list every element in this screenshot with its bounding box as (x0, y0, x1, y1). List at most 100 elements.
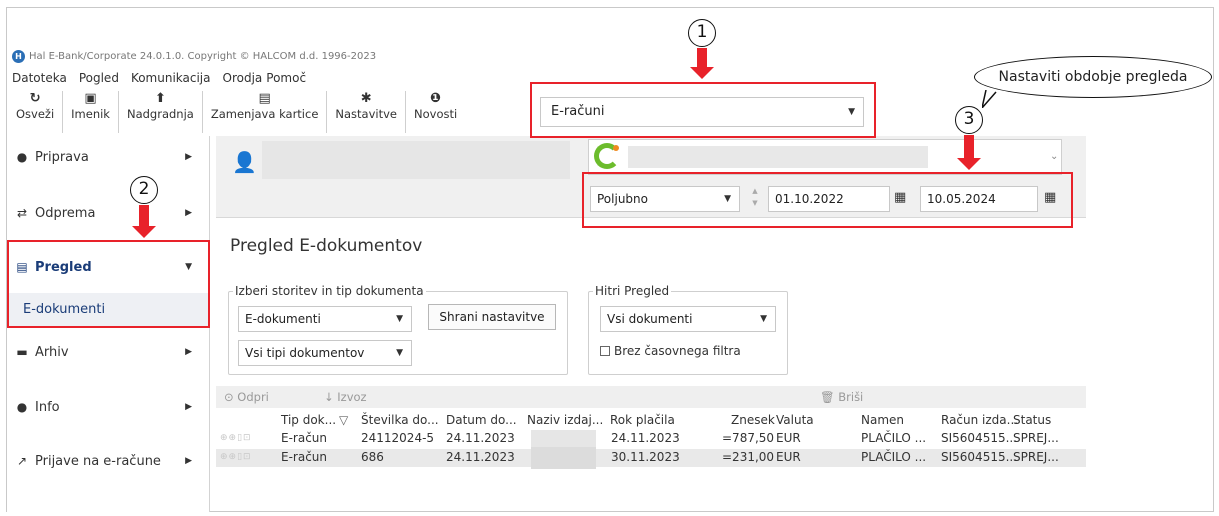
menu-pomoc[interactable]: Pomoč (266, 71, 306, 87)
cell-tip: E-račun (281, 450, 328, 464)
user-name-redacted (262, 141, 570, 179)
col-header-naziv[interactable]: Naziv izdaj... (527, 413, 603, 427)
col-header-racun[interactable]: Račun izda... (941, 413, 1018, 427)
menu-bar: Datoteka Pogled Komunikacija Orodja Pomo… (12, 71, 306, 87)
marker-2: 2 (130, 176, 158, 204)
card-replacement-label: Zamenjava kartice (210, 107, 319, 121)
quick-filter-select[interactable]: Vsi dokumenti ▼ (600, 306, 776, 332)
address-book-label: Imenik (71, 107, 110, 121)
col-header-znesek[interactable]: Znesek (731, 413, 775, 427)
service-type-value: E-dokumenti (245, 312, 321, 326)
news-label: Novosti (414, 107, 458, 121)
toolbar: ↻ Osveži ▣ Imenik ⬆ Nadgradnja ▤ Zamenja… (8, 91, 465, 133)
company-logo-dot (613, 145, 619, 151)
address-book-button[interactable]: ▣ Imenik (63, 91, 119, 133)
sidebar-item-odprema[interactable]: ⇄ Odprema ▶ (7, 202, 210, 224)
swap-icon: ⇄ (16, 206, 28, 220)
sidebar-item-info[interactable]: ● Info ▶ (7, 396, 210, 418)
chevron-down-icon: ▼ (396, 348, 403, 358)
title-bar: H Hal E-Bank/Corporate 24.0.1.0. Copyrig… (12, 47, 376, 65)
open-button[interactable]: ⊙ Odpri (224, 390, 269, 404)
upgrade-label: Nadgradnja (126, 107, 194, 121)
cell-status: SPREJ... (1013, 431, 1059, 445)
col-header-stevilka[interactable]: Številka do... (361, 413, 439, 427)
chevron-right-icon: ▶ (185, 152, 192, 162)
news-button[interactable]: ❶ Novosti (406, 91, 465, 133)
cell-valuta: EUR (776, 450, 801, 464)
chevron-right-icon: ▶ (185, 456, 192, 466)
callout-tail (982, 90, 997, 108)
marker-3: 3 (955, 106, 983, 134)
cell-znesek: =787,50 (722, 431, 775, 445)
gear-icon: ✱ (360, 91, 372, 106)
table-row[interactable]: ⊕⊕▯⊡ E-račun 686 24.11.2023 30.11.2023 =… (216, 447, 1086, 469)
chevron-down-icon: ▼ (760, 314, 767, 324)
sidebar-item-arhiv[interactable]: ▬ Arhiv ▶ (7, 341, 210, 363)
service-group-legend: Izberi storitev in tip dokumenta (233, 284, 426, 298)
delete-button[interactable]: 🗑 Briši (820, 390, 863, 404)
no-time-filter-checkbox[interactable]: Brez časovnega filtra (600, 344, 741, 358)
col-header-tip[interactable]: Tip dok... (281, 413, 336, 427)
cell-racun: SI5604515... (941, 450, 1018, 464)
row-status-icons: ⊕⊕▯⊡ (220, 433, 252, 443)
settings-button[interactable]: ✱ Nastavitve (327, 91, 406, 133)
export-button[interactable]: ↓ Izvoz (324, 390, 367, 404)
refresh-button[interactable]: ↻ Osveži (8, 91, 64, 133)
document-type-select[interactable]: Vsi tipi dokumentov ▼ (238, 340, 412, 366)
col-header-namen[interactable]: Namen (861, 413, 904, 427)
checkbox-icon (600, 346, 610, 356)
arrow-down-icon (132, 205, 156, 238)
quick-view-group (588, 291, 788, 375)
save-settings-button[interactable]: Shrani nastavitve (428, 304, 556, 330)
highlight-box-service (530, 82, 876, 138)
cell-status: SPREJ... (1013, 450, 1059, 464)
cell-rok: 24.11.2023 (611, 431, 680, 445)
col-header-datum[interactable]: Datum do... (446, 413, 517, 427)
sidebar-item-label: Prijave na e-račune (35, 453, 161, 469)
marker-1: 1 (688, 19, 716, 47)
row-status-icons: ⊕⊕▯⊡ (220, 452, 252, 462)
cell-znesek: =231,00 (722, 450, 775, 464)
upgrade-button[interactable]: ⬆ Nadgradnja (119, 91, 203, 133)
sidebar-item-label: Arhiv (35, 344, 69, 360)
document-type-value: Vsi tipi dokumentov (245, 346, 365, 360)
sidebar-item-label: Info (35, 399, 60, 415)
upgrade-icon: ⬆ (154, 91, 166, 106)
company-name-redacted (628, 146, 928, 168)
refresh-icon: ↻ (29, 91, 41, 106)
sidebar-item-label: Odprema (35, 205, 96, 221)
card-replacement-button[interactable]: ▤ Zamenjava kartice (203, 91, 328, 133)
chevron-right-icon: ▶ (185, 347, 192, 357)
cell-stevilka: 686 (361, 450, 384, 464)
cell-racun: SI5604515... (941, 431, 1018, 445)
settings-label: Nastavitve (335, 107, 397, 121)
filter-icon[interactable]: ▽ (339, 413, 348, 427)
cell-stevilka: 24112024-5 (361, 431, 435, 445)
window-title: Hal E-Bank/Corporate 24.0.1.0. Copyright… (29, 50, 377, 62)
sidebar-item-label: Priprava (35, 149, 89, 165)
card-icon: ▤ (258, 91, 271, 106)
sidebar-item-priprava[interactable]: ● Priprava ▶ (7, 146, 210, 168)
highlight-box-pregled (7, 240, 210, 328)
col-header-status[interactable]: Status (1013, 413, 1051, 427)
quick-filter-value: Vsi dokumenti (607, 312, 693, 326)
quick-view-legend: Hitri Pregled (593, 284, 672, 298)
highlight-box-period (582, 172, 1073, 228)
menu-datoteka[interactable]: Datoteka (12, 71, 67, 87)
table-row[interactable]: ⊕⊕▯⊡ E-račun 24112024-5 24.11.2023 24.11… (216, 430, 1086, 448)
cell-naziv-redacted (531, 447, 596, 469)
cell-naziv-redacted (531, 430, 596, 448)
menu-pogled[interactable]: Pogled (79, 71, 119, 87)
service-type-select[interactable]: E-dokumenti ▼ (238, 306, 412, 332)
menu-orodja[interactable]: Orodja (223, 71, 263, 87)
chevron-right-icon: ▶ (185, 208, 192, 218)
col-header-valuta[interactable]: Valuta (776, 413, 814, 427)
col-header-rok[interactable]: Rok plačila (610, 413, 675, 427)
arrow-down-icon (690, 48, 714, 79)
menu-komunikacija[interactable]: Komunikacija (131, 71, 211, 87)
external-link-icon: ↗ (16, 454, 28, 468)
sidebar-item-prijave[interactable]: ↗ Prijave na e-račune ▶ (7, 450, 210, 472)
info-circle-icon: ● (16, 400, 28, 414)
user-icon: 👤 (232, 150, 257, 174)
no-time-filter-label: Brez časovnega filtra (614, 344, 741, 358)
